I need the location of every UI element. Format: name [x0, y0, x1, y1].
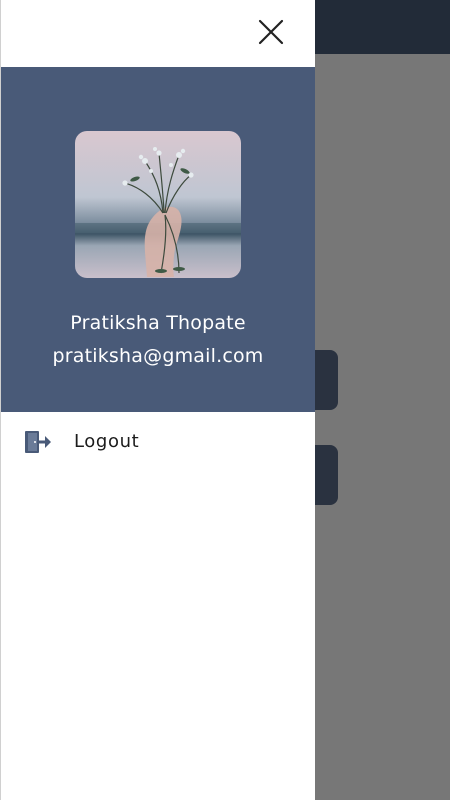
profile-photo [75, 131, 241, 278]
drawer-header-bar [1, 0, 315, 67]
close-button[interactable] [253, 14, 289, 50]
menu-item-logout[interactable]: Logout [1, 412, 315, 472]
profile-section: Pratiksha Thopate pratiksha@gmail.com [1, 67, 315, 412]
app-screen: Pratiksha Thopate pratiksha@gmail.com Lo… [0, 0, 450, 800]
user-name: Pratiksha Thopate [70, 312, 246, 334]
avatar [75, 131, 241, 278]
menu-item-label: Logout [74, 431, 140, 452]
close-icon [258, 19, 284, 45]
navigation-drawer: Pratiksha Thopate pratiksha@gmail.com Lo… [0, 0, 315, 800]
logout-icon [25, 431, 51, 453]
user-email: pratiksha@gmail.com [52, 345, 264, 367]
